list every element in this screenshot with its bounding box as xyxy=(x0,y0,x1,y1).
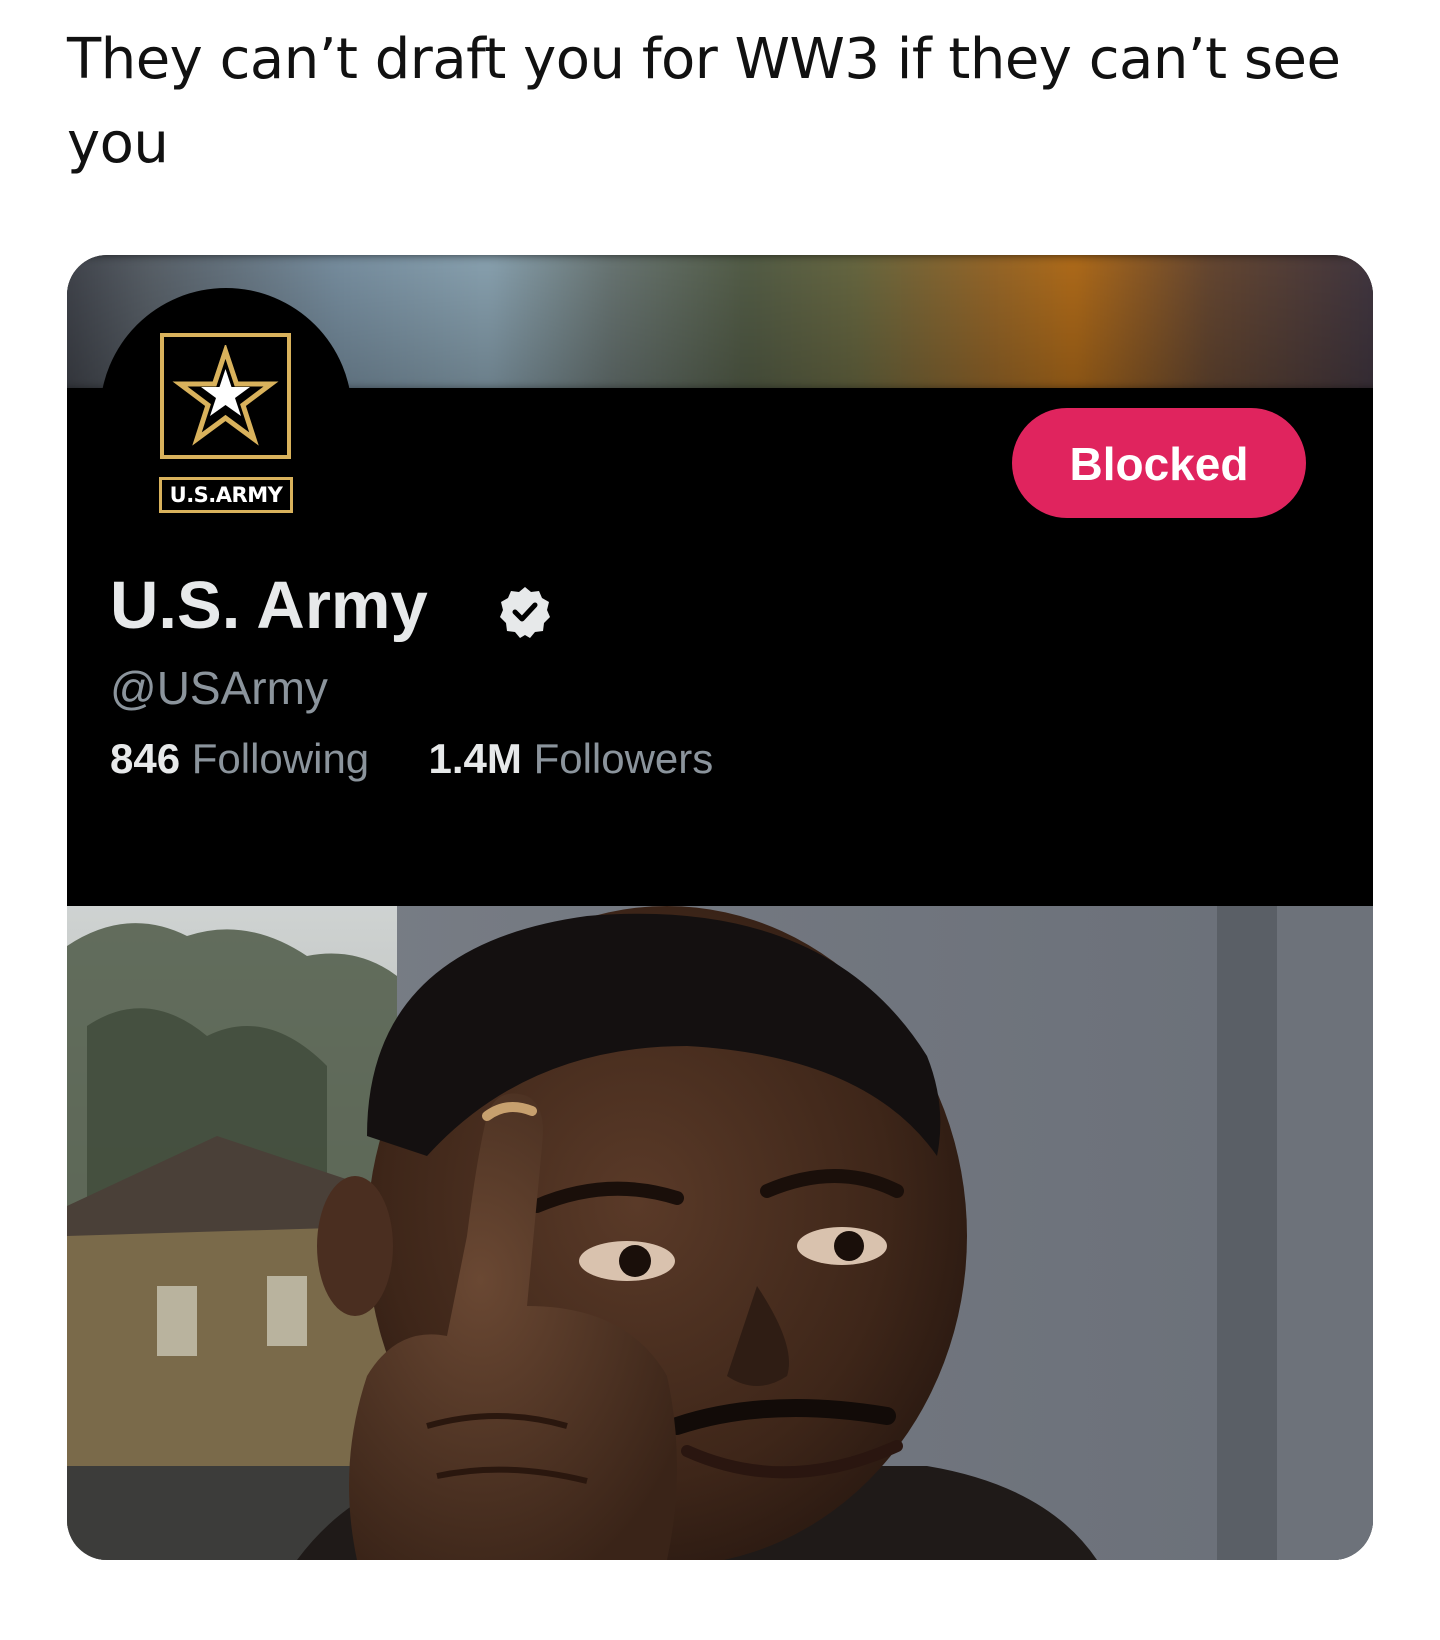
following-label: Following xyxy=(191,735,370,782)
followers-count: 1.4M xyxy=(428,735,522,782)
army-star-logo-icon xyxy=(160,333,291,459)
blocked-button[interactable]: Blocked xyxy=(1012,408,1306,518)
profile-display-name: U.S. Army xyxy=(110,568,428,643)
following-count: 846 xyxy=(110,735,181,782)
followers-link[interactable]: 1.4M Followers xyxy=(429,735,714,782)
followers-label: Followers xyxy=(533,735,714,782)
verified-badge-icon xyxy=(500,587,550,638)
post-caption: They can’t draft you for WW3 if they can… xyxy=(67,27,1341,176)
profile-handle: @USArmy xyxy=(110,662,328,714)
following-link[interactable]: 846 Following xyxy=(110,735,381,782)
post-image-card: U.S.ARMY Blocked U.S. Army @USArmy 846 F… xyxy=(67,255,1373,1560)
army-logo-text: U.S.ARMY xyxy=(159,477,293,513)
profile-stats: 846 Following 1.4M Followers xyxy=(110,733,713,785)
meme-photo-illustration xyxy=(67,906,1373,1560)
profile-header: U.S.ARMY Blocked U.S. Army @USArmy 846 F… xyxy=(67,288,1373,906)
meme-photo xyxy=(67,906,1373,1560)
